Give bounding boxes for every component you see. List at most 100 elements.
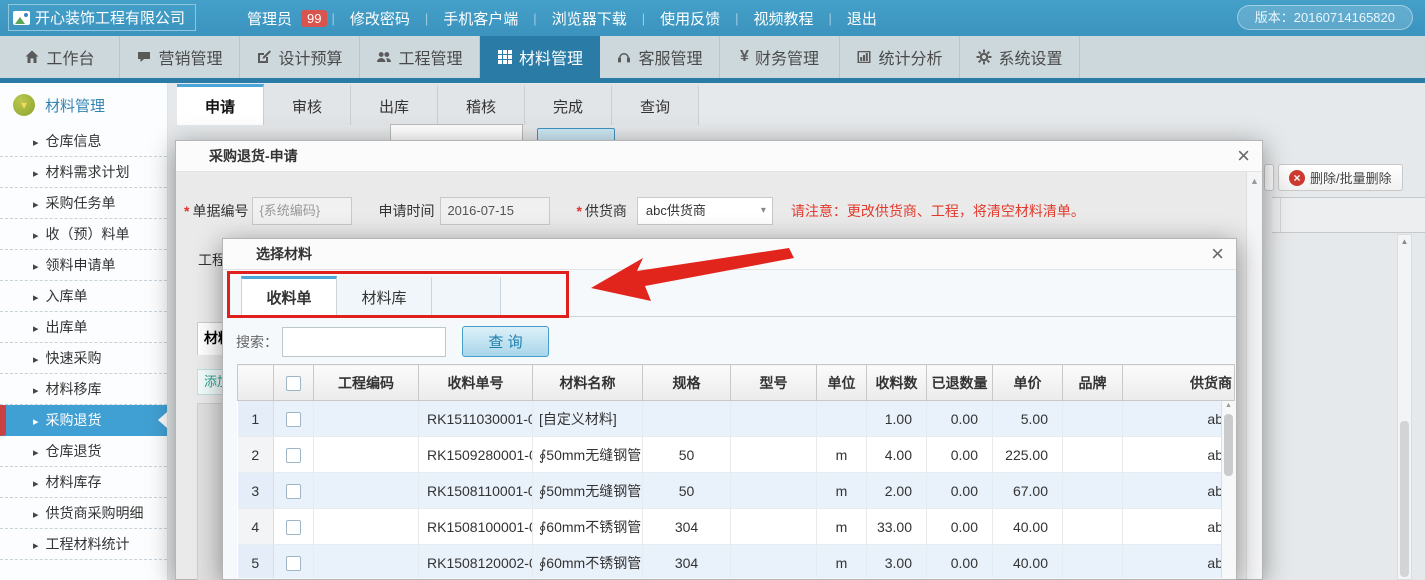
row-checkbox[interactable] bbox=[286, 448, 301, 463]
apply-date-input[interactable]: 2016-07-15 bbox=[440, 197, 550, 225]
home-icon bbox=[24, 49, 40, 65]
table-row[interactable]: 2 RK1509280001-002 ∮50mm无缝钢管 50 m 4.00 0… bbox=[238, 437, 1235, 473]
sidebar-item[interactable]: ▸材料需求计划 bbox=[0, 157, 167, 188]
select-all-cell bbox=[274, 365, 314, 401]
nav-tab-materials[interactable]: 材料管理 bbox=[480, 36, 600, 78]
cell-unit-price: 225.00 bbox=[993, 437, 1063, 473]
scrollbar-thumb[interactable] bbox=[1400, 421, 1409, 577]
row-checkbox[interactable] bbox=[286, 412, 301, 427]
doc-no-input[interactable]: {系统编码} bbox=[252, 197, 352, 225]
module-tab[interactable]: 稽核 bbox=[438, 84, 525, 125]
scroll-up-icon[interactable]: ▲ bbox=[1247, 176, 1262, 186]
sidebar-item[interactable]: ▸供货商采购明细 bbox=[0, 498, 167, 529]
nav-tab-customer-service[interactable]: 客服管理 bbox=[600, 36, 720, 78]
module-tab[interactable]: 出库 bbox=[351, 84, 438, 125]
caret-right-icon: ▸ bbox=[33, 385, 39, 397]
cell-unit-price: 40.00 bbox=[993, 545, 1063, 579]
supplier-select[interactable]: abc供货商 ▾ bbox=[637, 197, 773, 225]
nav-tab-workbench[interactable]: 工作台 bbox=[0, 36, 120, 78]
module-tab[interactable]: 审核 bbox=[264, 84, 351, 125]
change-password-link[interactable]: 修改密码 bbox=[335, 8, 425, 29]
row-checkbox-cell bbox=[274, 401, 314, 437]
search-row: 搜索： 查 询 bbox=[236, 326, 549, 357]
sidebar-item[interactable]: ▸仓库信息 bbox=[0, 126, 167, 157]
edit-icon bbox=[256, 49, 272, 65]
close-icon[interactable]: × bbox=[1237, 141, 1250, 172]
table-row[interactable]: 1 RK1511030001-001 [自定义材料] 1.00 0.00 5.0… bbox=[238, 401, 1235, 437]
add-button-partial[interactable]: 添加 bbox=[197, 369, 223, 395]
search-input[interactable] bbox=[282, 327, 446, 357]
topbar-menu: 管理员 99 | 修改密码 | 手机客户端 | 浏览器下载 | 使用反馈 | 视… bbox=[232, 0, 892, 36]
select-all-checkbox[interactable] bbox=[286, 376, 301, 391]
nav-tab-design-budget[interactable]: 设计预算 bbox=[240, 36, 360, 78]
col-received-qty: 收料数 bbox=[867, 365, 927, 401]
scroll-up-icon[interactable]: ▲ bbox=[1222, 402, 1235, 409]
table-row[interactable]: 4 RK1508100001-002 ∮60mm不锈钢管 304 m 33.00… bbox=[238, 509, 1235, 545]
feedback-link[interactable]: 使用反馈 bbox=[645, 8, 735, 29]
col-model: 型号 bbox=[731, 365, 817, 401]
video-tutorial-link[interactable]: 视频教程 bbox=[739, 8, 829, 29]
sidebar-item[interactable]: ▸领料申请单 bbox=[0, 250, 167, 281]
admin-menu-item[interactable]: 管理员 bbox=[232, 8, 307, 29]
modal-title: 选择材料 bbox=[256, 239, 1236, 269]
module-tab[interactable]: 完成 bbox=[525, 84, 612, 125]
nav-tab-statistics[interactable]: 统计分析 bbox=[840, 36, 960, 78]
logout-link[interactable]: 退出 bbox=[832, 8, 892, 29]
company-logo[interactable]: 开心装饰工程有限公司 bbox=[8, 4, 196, 31]
cell-receipt-no: RK1509280001-002 bbox=[419, 437, 533, 473]
row-checkbox[interactable] bbox=[286, 484, 301, 499]
close-icon[interactable]: × bbox=[1211, 239, 1224, 270]
chat-bubble-icon bbox=[136, 49, 152, 65]
table-row[interactable]: 3 RK1508110001-002 ∮50mm无缝钢管 50 m 2.00 0… bbox=[238, 473, 1235, 509]
caret-right-icon: ▸ bbox=[33, 478, 39, 490]
scroll-up-icon[interactable]: ▲ bbox=[1398, 237, 1411, 246]
scrollbar-thumb[interactable] bbox=[1224, 414, 1233, 476]
table-row[interactable]: 5 RK1508120002-001 ∮60mm不锈钢管 304 m 3.00 … bbox=[238, 545, 1235, 579]
background-scrollbar[interactable]: ▲ bbox=[1397, 234, 1412, 580]
modal-scrollbar[interactable]: ▲ bbox=[1246, 172, 1262, 579]
material-source-tab[interactable]: 材料库 bbox=[336, 276, 432, 317]
module-tab[interactable]: 申请 bbox=[177, 84, 264, 125]
sidebar-item[interactable]: ▸采购退货 bbox=[0, 405, 167, 436]
col-unit: 单位 bbox=[817, 365, 867, 401]
nav-tab-label: 设计预算 bbox=[278, 45, 342, 69]
cell-supplier: abc bbox=[1123, 509, 1235, 545]
background-button-fragment[interactable] bbox=[1264, 164, 1274, 191]
sidebar-item[interactable]: ▸材料移库 bbox=[0, 374, 167, 405]
apply-date-label: 申请时间 bbox=[378, 201, 434, 221]
query-button[interactable]: 查 询 bbox=[462, 326, 549, 357]
sidebar-item[interactable]: ▸入库单 bbox=[0, 281, 167, 312]
sidebar-item[interactable]: ▸出库单 bbox=[0, 312, 167, 343]
notification-badge[interactable]: 99 bbox=[301, 10, 327, 27]
col-material-name: 材料名称 bbox=[533, 365, 643, 401]
delete-batch-button[interactable]: × 删除/批量删除 bbox=[1278, 164, 1403, 191]
cell-returned-qty: 0.00 bbox=[927, 401, 993, 437]
sidebar-section-header[interactable]: ▾ 材料管理 bbox=[0, 83, 167, 126]
col-returned-qty: 已退数量 bbox=[927, 365, 993, 401]
form-fields-row: * 单据编号 {系统编码} 申请时间 2016-07-15 * 供货商 abc供… bbox=[176, 197, 1242, 225]
row-checkbox[interactable] bbox=[286, 520, 301, 535]
table-scrollbar[interactable]: ▲ bbox=[1221, 401, 1235, 578]
nav-tab-marketing[interactable]: 营销管理 bbox=[120, 36, 240, 78]
material-list-tab-partial[interactable]: 材料 bbox=[197, 322, 223, 355]
nav-tab-project[interactable]: 工程管理 bbox=[360, 36, 480, 78]
browser-download-link[interactable]: 浏览器下载 bbox=[537, 8, 642, 29]
cell-material-name: ∮50mm无缝钢管 bbox=[533, 437, 643, 473]
col-spec: 规格 bbox=[643, 365, 731, 401]
nav-tab-settings[interactable]: 系统设置 bbox=[960, 36, 1080, 78]
bar-chart-icon bbox=[856, 49, 872, 65]
mobile-client-link[interactable]: 手机客户端 bbox=[428, 8, 533, 29]
module-tab[interactable]: 查询 bbox=[612, 84, 699, 125]
sidebar-item[interactable]: ▸仓库退货 bbox=[0, 436, 167, 467]
material-source-tab[interactable]: 收料单 bbox=[241, 276, 337, 317]
nav-tab-finance[interactable]: ¥ 财务管理 bbox=[720, 36, 840, 78]
caret-right-icon: ▸ bbox=[33, 137, 39, 149]
nav-tab-label: 客服管理 bbox=[638, 45, 702, 69]
row-checkbox[interactable] bbox=[286, 556, 301, 571]
caret-right-icon: ▸ bbox=[33, 416, 39, 428]
sidebar-item[interactable]: ▸采购任务单 bbox=[0, 188, 167, 219]
sidebar-item[interactable]: ▸收（预）料单 bbox=[0, 219, 167, 250]
sidebar-item[interactable]: ▸材料库存 bbox=[0, 467, 167, 498]
sidebar-item[interactable]: ▸快速采购 bbox=[0, 343, 167, 374]
sidebar-item[interactable]: ▸工程材料统计 bbox=[0, 529, 167, 560]
